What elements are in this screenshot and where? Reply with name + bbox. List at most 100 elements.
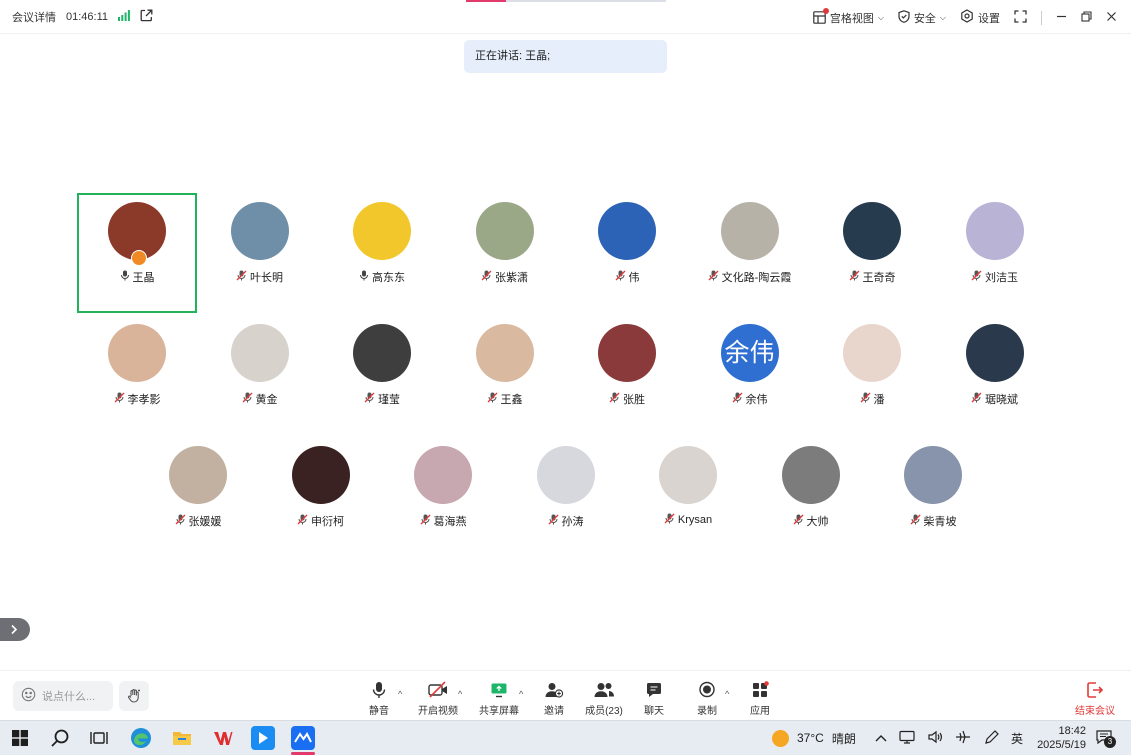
fullscreen-icon[interactable]: [1014, 9, 1027, 26]
input-method-indicator[interactable]: 英: [1011, 730, 1023, 747]
participant-tile[interactable]: 文化路-陶云霞: [690, 193, 810, 313]
apps-button[interactable]: 应用: [738, 681, 782, 717]
participant-tile[interactable]: 余伟 余伟: [690, 315, 810, 435]
microphone-muted-icon: [664, 513, 675, 527]
security-button[interactable]: 安全 ⌵: [898, 9, 946, 26]
microphone-muted-icon: [615, 270, 626, 284]
record-options-caret[interactable]: ^: [725, 689, 729, 699]
participant-tile[interactable]: 孙涛: [506, 437, 626, 557]
microphone-muted-icon: [910, 514, 921, 528]
microphone-muted-icon: [849, 270, 860, 284]
meeting-timer: 01:46:11: [66, 11, 109, 23]
external-link-icon[interactable]: [140, 9, 153, 25]
minimize-icon[interactable]: [1056, 11, 1067, 25]
participant-tile[interactable]: 瑾莹: [322, 315, 442, 435]
participant-avatar: [475, 202, 534, 260]
settings-button[interactable]: 设置: [960, 9, 1000, 26]
participant-tile[interactable]: 潘: [812, 315, 932, 435]
windows-start-icon[interactable]: [8, 726, 32, 750]
participant-avatar: [965, 324, 1024, 382]
chevron-up-icon[interactable]: [875, 731, 887, 745]
microphone-icon: [359, 270, 369, 284]
participant-name: 文化路-陶云霞: [721, 272, 792, 284]
participant-label: 李孝影: [77, 391, 197, 407]
participant-label: 申衍柯: [261, 513, 381, 529]
participant-label: 文化路-陶云霞: [690, 269, 810, 285]
record-button[interactable]: 录制: [685, 681, 729, 717]
meeting-app-icon[interactable]: [291, 726, 315, 750]
microphone-muted-icon: [420, 514, 431, 528]
end-meeting-button[interactable]: 结束会议: [1072, 681, 1118, 717]
chat-input-placeholder: 说点什么...: [42, 691, 96, 703]
edge-browser-icon[interactable]: [129, 726, 153, 750]
wps-office-icon[interactable]: [211, 726, 235, 750]
participant-name: 琚晓斌: [985, 394, 1018, 406]
participant-tile[interactable]: 大帅: [751, 437, 871, 557]
participant-tile[interactable]: 琚晓斌: [935, 315, 1055, 435]
display-icon[interactable]: [899, 730, 915, 747]
mute-button[interactable]: 静音: [357, 681, 401, 717]
members-button[interactable]: 成员(23): [582, 681, 626, 717]
share-options-caret[interactable]: ^: [519, 689, 523, 699]
participant-avatar: [904, 446, 962, 504]
pen-icon[interactable]: [983, 729, 999, 747]
file-explorer-icon[interactable]: [170, 726, 194, 750]
notification-center[interactable]: 3: [1096, 721, 1116, 755]
participant-avatar: [169, 446, 227, 504]
microphone-muted-icon: [175, 514, 186, 528]
record-icon: [699, 681, 715, 698]
top-progress-strip: [466, 0, 666, 2]
clock[interactable]: 18:42 2025/5/19: [1030, 721, 1086, 755]
participant-tile[interactable]: 张紫潇: [445, 193, 565, 313]
participant-tile[interactable]: Krysan: [628, 437, 748, 557]
invite-button[interactable]: 邀请: [532, 681, 576, 717]
participant-tile[interactable]: 黄金: [200, 315, 320, 435]
emoji-icon[interactable]: [21, 687, 36, 705]
chat-quick-input[interactable]: 说点什么...: [13, 681, 113, 711]
participant-tile[interactable]: 王晶: [77, 193, 197, 313]
video-options-caret[interactable]: ^: [458, 689, 462, 699]
participant-label: 叶长明: [200, 269, 320, 285]
participant-tile[interactable]: 申衍柯: [261, 437, 381, 557]
participant-tile[interactable]: 叶长明: [200, 193, 320, 313]
meeting-details-button[interactable]: 会议详情: [12, 9, 56, 25]
participant-name: 高东东: [372, 272, 405, 284]
participant-tile[interactable]: 伟: [567, 193, 687, 313]
mute-options-caret[interactable]: ^: [398, 689, 402, 699]
participant-name: 葛海燕: [433, 516, 467, 528]
participant-tile[interactable]: 刘洁玉: [935, 193, 1055, 313]
participant-tile[interactable]: 高东东: [322, 193, 442, 313]
participant-avatar: [598, 202, 656, 260]
participant-label: 余伟: [690, 391, 810, 407]
participant-tile[interactable]: 张媛媛: [138, 437, 258, 557]
weather-widget[interactable]: 37°C 晴朗: [772, 721, 856, 755]
feishu-app-icon[interactable]: [251, 726, 275, 750]
participant-name: 李孝影: [127, 394, 161, 406]
signal-icon[interactable]: [118, 10, 130, 24]
participant-avatar: [230, 202, 289, 260]
participant-avatar: [414, 446, 472, 504]
microphone-icon: [372, 682, 386, 698]
airplane-mode-icon[interactable]: [955, 730, 971, 747]
microphone-icon: [120, 270, 130, 284]
side-panel-toggle[interactable]: [0, 618, 30, 641]
search-icon[interactable]: [48, 726, 72, 750]
task-view-icon[interactable]: [87, 726, 111, 750]
participant-tile[interactable]: 王鑫: [445, 315, 565, 435]
share-screen-button[interactable]: 共享屏幕: [477, 681, 521, 717]
participant-tile[interactable]: 葛海燕: [383, 437, 503, 557]
participant-label: 琚晓斌: [935, 391, 1055, 407]
participant-name: 张紫潇: [495, 272, 528, 284]
close-icon[interactable]: [1106, 11, 1117, 25]
restore-icon[interactable]: [1081, 10, 1092, 25]
participant-name: 余伟: [745, 394, 768, 406]
chat-button[interactable]: 聊天: [632, 681, 676, 717]
layout-view-button[interactable]: 宫格视图 ⌵: [813, 8, 884, 26]
start-video-button[interactable]: 开启视频: [416, 681, 460, 717]
participant-tile[interactable]: 柴青坡: [873, 437, 993, 557]
raise-hand-button[interactable]: [119, 681, 149, 711]
participant-tile[interactable]: 李孝影: [77, 315, 197, 435]
participant-tile[interactable]: 张胜: [567, 315, 687, 435]
volume-icon[interactable]: [927, 730, 943, 747]
participant-tile[interactable]: 王奇奇: [812, 193, 932, 313]
